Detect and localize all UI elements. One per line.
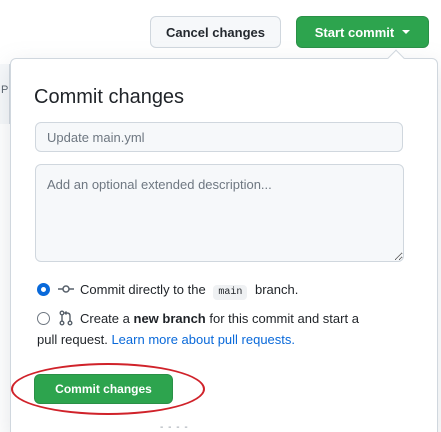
new-branch-middle: for this commit and start a xyxy=(209,311,359,326)
dialog-title: Commit changes xyxy=(34,86,185,108)
commit-summary-input[interactable] xyxy=(35,122,403,152)
new-branch-line2: pull request. xyxy=(37,332,108,347)
start-commit-button[interactable]: Start commit xyxy=(296,16,429,48)
commit-changes-label: Commit changes xyxy=(55,382,152,396)
cancel-changes-button[interactable]: Cancel changes xyxy=(150,16,281,48)
commit-description-textarea[interactable] xyxy=(35,164,404,262)
caret-down-icon xyxy=(402,30,411,34)
option-new-branch[interactable]: Create a new branch for this commit and … xyxy=(37,308,382,329)
option-commit-direct[interactable]: Commit directly to the main branch. xyxy=(37,279,298,303)
new-branch-bold: new branch xyxy=(133,311,206,326)
background-obscured-text: - - - - xyxy=(160,422,189,432)
option-new-branch-line2: pull request. Learn more about pull requ… xyxy=(37,329,295,350)
branch-name-code: main xyxy=(213,285,248,300)
commit-direct-prefix: Commit directly to the xyxy=(80,282,206,297)
cancel-changes-label: Cancel changes xyxy=(166,24,265,40)
background-edge-letter: P xyxy=(1,84,9,96)
learn-more-link[interactable]: Learn more about pull requests. xyxy=(111,329,295,350)
commit-direct-radio[interactable] xyxy=(37,283,50,296)
commit-changes-button[interactable]: Commit changes xyxy=(34,374,173,404)
start-commit-label: Start commit xyxy=(314,24,395,40)
new-branch-prefix: Create a xyxy=(80,311,130,326)
commit-direct-suffix: branch. xyxy=(254,282,299,297)
git-pull-request-icon xyxy=(59,310,73,326)
new-branch-radio[interactable] xyxy=(37,312,50,325)
git-commit-icon xyxy=(58,285,74,293)
